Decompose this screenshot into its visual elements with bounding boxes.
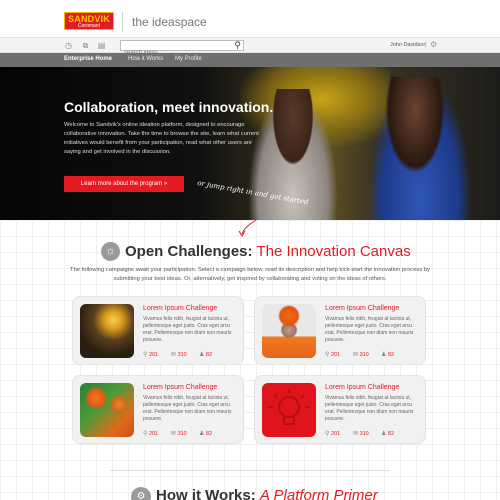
comment-icon: ✉ bbox=[171, 352, 177, 358]
user-separator: | bbox=[425, 42, 427, 48]
challenge-description: Vivamus felis nibh, feugiat at lacinia u… bbox=[325, 395, 414, 422]
comments-count: ✉ 310 bbox=[171, 431, 187, 437]
hero-title: Collaboration, meet innovation. bbox=[64, 99, 274, 115]
lightbulb-icon: ☼ bbox=[101, 242, 120, 261]
how-it-works-title: How it Works: A Platform Primer bbox=[156, 487, 378, 500]
section-title-bold: Open Challenges: bbox=[125, 243, 253, 260]
comment-icon: ✉ bbox=[171, 431, 177, 437]
challenge-card[interactable]: Lorem Ipsum Challenge Vivamus felis nibh… bbox=[72, 375, 244, 444]
challenge-title[interactable]: Lorem Ipsum Challenge bbox=[325, 384, 399, 391]
challenge-card[interactable]: Lorem Ipsum Challenge Vivamus felis nibh… bbox=[254, 296, 426, 365]
members-count: ♟ 82 bbox=[199, 431, 213, 437]
people-icon: ♟ bbox=[381, 431, 387, 437]
workers-team-photo[interactable] bbox=[80, 383, 134, 437]
comments-count: ✉ 310 bbox=[353, 431, 369, 437]
members-count: ♟ 82 bbox=[381, 431, 395, 437]
lightbulb-small-icon: ⚲ bbox=[143, 431, 148, 437]
hero-banner: Collaboration, meet innovation. Welcome … bbox=[0, 67, 500, 220]
curved-arrow-icon bbox=[238, 219, 257, 237]
people-icon: ♟ bbox=[199, 352, 205, 358]
ideas-count: ⚲ 201 bbox=[325, 431, 341, 437]
gear-icon: ⚙ bbox=[131, 487, 151, 500]
challenge-description: Vivamus felis nibh, feugiat at lacinia u… bbox=[143, 316, 232, 343]
worker-hardhat-photo[interactable] bbox=[262, 304, 316, 358]
comments-count: ✉ 310 bbox=[353, 352, 369, 358]
user-name[interactable]: John Davidson bbox=[390, 42, 426, 48]
challenge-title[interactable]: Lorem Ipsum Challenge bbox=[325, 305, 399, 312]
comment-icon: ✉ bbox=[353, 431, 359, 437]
main-nav: Enterprise Home How it Works My Profile bbox=[0, 53, 500, 67]
brand-divider bbox=[122, 12, 123, 32]
section-title-accent: The Innovation Canvas bbox=[256, 243, 411, 260]
comment-icon: ✉ bbox=[353, 352, 359, 358]
challenge-title[interactable]: Lorem Ipsum Challenge bbox=[143, 305, 217, 312]
section-description: The following campaigns await your parti… bbox=[70, 267, 430, 282]
hero-person-right-image bbox=[370, 77, 470, 220]
section-title: Open Challenges: The Innovation Canvas bbox=[125, 243, 411, 260]
ideas-count: ⚲ 201 bbox=[143, 352, 159, 358]
logo-subbrand: Coromant bbox=[78, 23, 100, 29]
challenge-card[interactable]: Lorem Ipsum Challenge Vivamus felis nibh… bbox=[72, 296, 244, 365]
challenge-description: Vivamus felis nibh, feugiat at lacinia u… bbox=[143, 395, 232, 422]
app-name: the ideaspace bbox=[132, 15, 207, 29]
lightbulb-graphic[interactable] bbox=[262, 383, 316, 437]
toolbar: ◷ ⧉ ▤ ⚲ John Davidson | ⚙ bbox=[0, 37, 500, 58]
challenge-card[interactable]: Lorem Ipsum Challenge Vivamus felis nibh… bbox=[254, 375, 426, 444]
comments-count: ✉ 310 bbox=[171, 352, 187, 358]
people-icon: ♟ bbox=[381, 352, 387, 358]
search-icon[interactable]: ⚲ bbox=[234, 40, 241, 51]
clock-icon[interactable]: ◷ bbox=[64, 41, 73, 50]
how-it-works-title-bold: How it Works: bbox=[156, 487, 256, 500]
people-icon: ♟ bbox=[199, 431, 205, 437]
lightbulb-graphic-icon bbox=[268, 389, 310, 425]
nav-item-enterprise-home[interactable]: Enterprise Home bbox=[64, 56, 112, 62]
lightbulb-small-icon: ⚲ bbox=[325, 431, 330, 437]
how-it-works-title-accent: A Platform Primer bbox=[259, 487, 378, 500]
nav-item-how-it-works[interactable]: How it Works bbox=[128, 56, 163, 62]
settings-gear-icon[interactable]: ⚙ bbox=[430, 40, 437, 49]
document-icon[interactable]: ▤ bbox=[97, 41, 106, 50]
lightbulb-small-icon: ⚲ bbox=[325, 352, 330, 358]
challenge-title[interactable]: Lorem Ipsum Challenge bbox=[143, 384, 217, 391]
members-count: ♟ 82 bbox=[199, 352, 213, 358]
brand-bar: SANDVIK Coromant the ideaspace bbox=[0, 0, 500, 37]
nav-item-my-profile[interactable]: My Profile bbox=[175, 56, 202, 62]
share-icon[interactable]: ⧉ bbox=[81, 41, 90, 50]
miner-photo[interactable] bbox=[80, 304, 134, 358]
search-box: ⚲ bbox=[120, 40, 244, 58]
learn-more-button[interactable]: Learn more about the program » bbox=[64, 176, 184, 192]
ideas-count: ⚲ 201 bbox=[325, 352, 341, 358]
ideas-count: ⚲ 201 bbox=[143, 431, 159, 437]
sandvik-logo[interactable]: SANDVIK Coromant bbox=[64, 12, 114, 30]
members-count: ♟ 82 bbox=[381, 352, 395, 358]
section-divider bbox=[110, 470, 390, 471]
lightbulb-small-icon: ⚲ bbox=[143, 352, 148, 358]
hero-description: Welcome to Sandvik's online ideation pla… bbox=[64, 122, 259, 155]
challenge-description: Vivamus felis nibh, feugiat at lacinia u… bbox=[325, 316, 414, 343]
